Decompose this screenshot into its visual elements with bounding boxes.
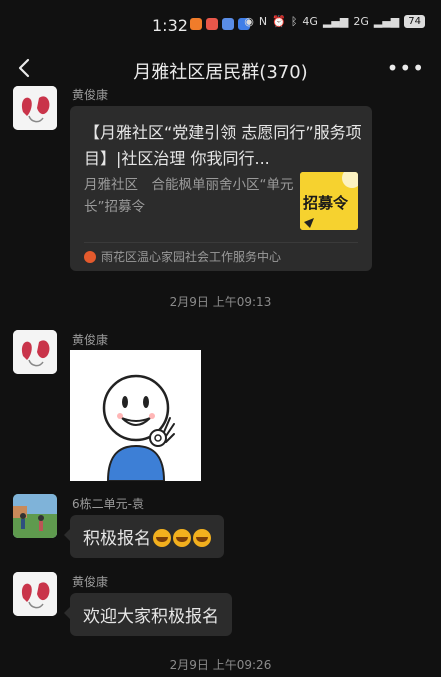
sender-name: 6栋二单元-袁 [72,497,144,511]
status-icons: ◉ N ⏰ ᛒ 4G ▂▄▆ 2G ▂▄▆ 74 [244,15,425,28]
card-description: 月雅社区 合能枫单丽舍小区“单元长”招募令 [84,177,294,215]
message-bubble[interactable]: 欢迎大家积极报名 [64,593,232,636]
bluetooth-icon: ᛒ [290,15,298,28]
sender-name: 黄俊康 [72,333,109,347]
nfc-icon: N [258,15,268,28]
signal-icon: ▂▄▆ [373,15,400,28]
status-bar: 1:32 ◉ N ⏰ ᛒ 4G ▂▄▆ 2G ▂▄▆ 74 [0,0,441,44]
message-text: 欢迎大家积极报名 [83,607,219,627]
timestamp: 2月9日 上午09:13 [169,295,272,309]
signal-2g-label: 2G [353,15,369,28]
avatar[interactable] [13,86,57,130]
laughing-emoji-icon [193,529,211,547]
source-logo-icon [84,250,96,263]
card-thumbnail-text: 招募令 [303,194,349,212]
sender-name: 黄俊康 [72,88,109,102]
app-notification-icon [206,18,218,30]
signal-4g-label: 4G [302,15,318,28]
card-divider [84,242,358,243]
card-title: 【月雅社区“党建引领 志愿同行”服务项目】|社区治理 你我同行... [84,123,362,168]
app-notification-icon [190,18,202,30]
ok-gesture-sticker[interactable] [70,350,201,481]
laughing-emoji-icon [173,529,191,547]
avatar[interactable] [13,494,57,538]
avatar[interactable] [13,330,57,374]
card-source: 雨花区温心家园社会工作服务中心 [84,248,281,265]
battery-icon: 74 [404,15,425,28]
more-dots-icon[interactable]: ••• [387,56,425,80]
avatar[interactable] [13,572,57,616]
message-text: 积极报名 [83,529,151,549]
app-notification-icon [222,18,234,30]
chat-header: 月雅社区居民群(370) ••• [0,44,441,92]
eye-icon: ◉ [244,15,254,28]
card-thumbnail: 招募令 [300,172,358,230]
alarm-icon: ⏰ [272,15,286,28]
message-bubble[interactable]: 积极报名 [64,515,224,558]
link-card[interactable]: 【月雅社区“党建引领 志愿同行”服务项目】|社区治理 你我同行... 月雅社区 … [70,106,372,271]
chat-title: 月雅社区居民群(370) [133,62,308,83]
status-time: 1:32 [152,16,188,35]
sender-name: 黄俊康 [72,575,109,589]
laughing-emoji-icon [153,529,171,547]
card-source-label: 雨花区温心家园社会工作服务中心 [101,250,282,264]
timestamp: 2月9日 上午09:26 [169,658,272,672]
signal-icon: ▂▄▆ [322,15,349,28]
